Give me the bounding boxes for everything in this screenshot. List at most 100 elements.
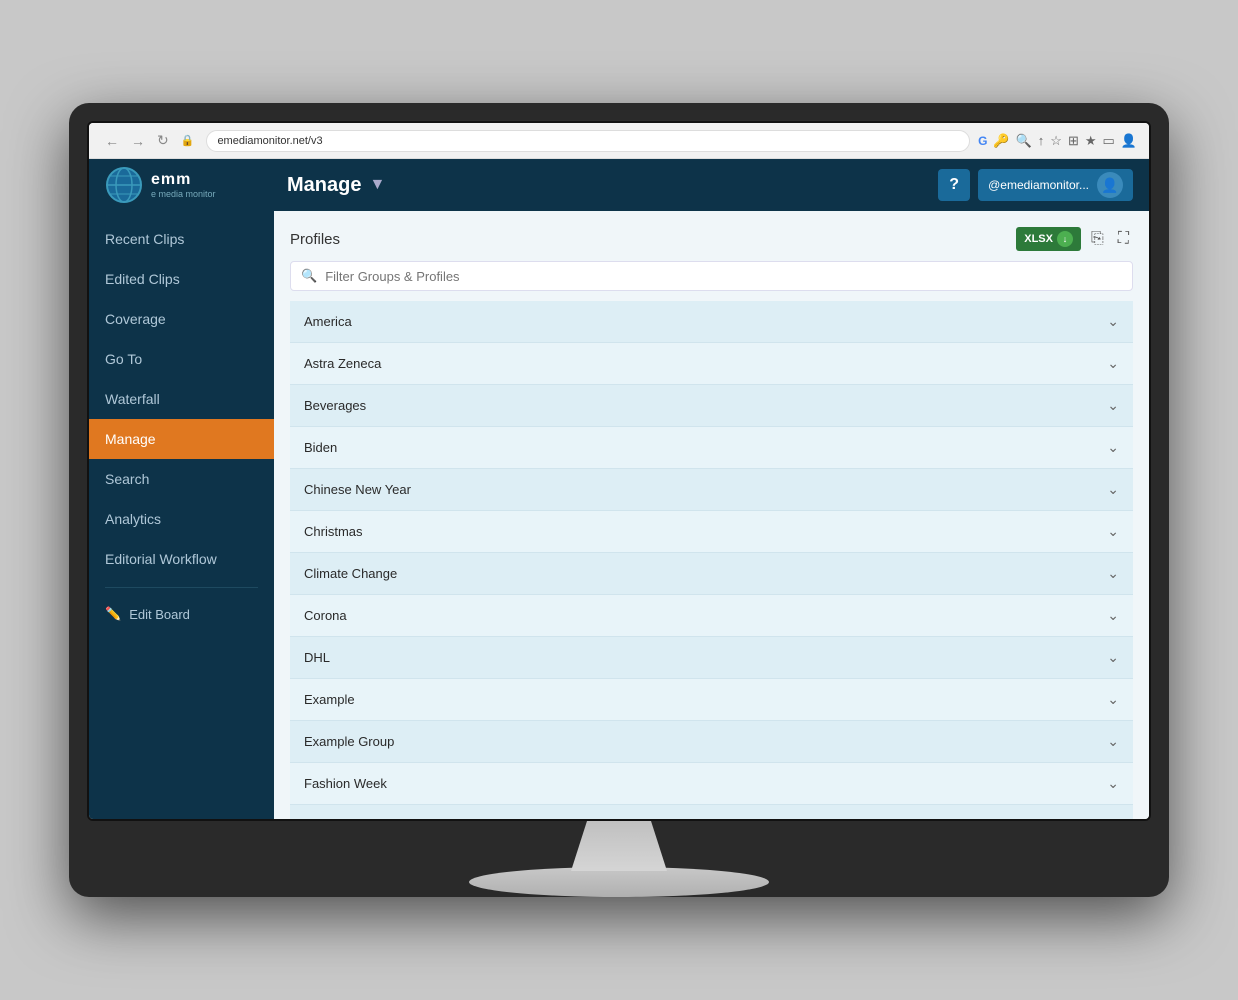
table-row[interactable]: Fast Food Chains ⌄ bbox=[290, 805, 1133, 819]
forward-icon[interactable]: → bbox=[127, 131, 149, 151]
header-right: ? @emediamonitor... 👤 bbox=[938, 169, 1133, 201]
table-row[interactable]: Astra Zeneca ⌄ bbox=[290, 343, 1133, 385]
profile-name: DHL bbox=[304, 650, 330, 665]
table-row[interactable]: Biden ⌄ bbox=[290, 427, 1133, 469]
edit-board-icon: ✏️ bbox=[105, 606, 121, 622]
profile-name: Beverages bbox=[304, 398, 366, 413]
table-row[interactable]: Example Group ⌄ bbox=[290, 721, 1133, 763]
sidebar-item-search[interactable]: Search bbox=[89, 459, 274, 499]
lock-icon: 🔒 bbox=[177, 132, 199, 149]
logo-icon bbox=[105, 166, 143, 204]
table-row[interactable]: Beverages ⌄ bbox=[290, 385, 1133, 427]
profiles-title: Profiles bbox=[290, 231, 340, 248]
profile-list: America ⌄ Astra Zeneca ⌄ Beverages ⌄ B bbox=[290, 301, 1133, 819]
bookmark-icon[interactable]: ★ bbox=[1085, 133, 1097, 149]
back-icon[interactable]: ← bbox=[101, 131, 123, 151]
key-icon: 🔑 bbox=[993, 133, 1009, 149]
chevron-down-icon: ⌄ bbox=[1107, 691, 1119, 708]
sidebar-divider bbox=[105, 587, 258, 588]
browser-toolbar: G 🔑 🔍 ↑ ☆ ⊞ ★ ▭ 👤 bbox=[978, 133, 1137, 149]
chevron-down-icon: ⌄ bbox=[1107, 397, 1119, 414]
sidebar-item-goto[interactable]: Go To bbox=[89, 339, 274, 379]
table-row[interactable]: America ⌄ bbox=[290, 301, 1133, 343]
chevron-down-icon: ⌄ bbox=[1107, 817, 1119, 819]
sidebar-edit-board[interactable]: ✏️ Edit Board bbox=[89, 596, 274, 632]
sidebar-item-editorial-workflow[interactable]: Editorial Workflow bbox=[89, 539, 274, 579]
user-menu-button[interactable]: @emediamonitor... 👤 bbox=[978, 169, 1133, 201]
browser-bar: ← → ↻ 🔒 emediamonitor.net/v3 G 🔑 🔍 ↑ ☆ ⊞… bbox=[89, 123, 1149, 159]
page-title: Manage ▼ bbox=[287, 174, 926, 197]
profile-name: Corona bbox=[304, 608, 347, 623]
filter-bar[interactable]: 🔍 bbox=[290, 261, 1133, 291]
window-icon: ▭ bbox=[1103, 133, 1115, 149]
user-avatar: 👤 bbox=[1097, 172, 1123, 198]
content-area: Profiles XLSX ↓ ⎘ ⛶ bbox=[274, 211, 1149, 819]
chevron-down-icon: ⌄ bbox=[1107, 481, 1119, 498]
xlsx-label: XLSX bbox=[1024, 233, 1053, 245]
profiles-header: Profiles XLSX ↓ ⎘ ⛶ bbox=[290, 227, 1133, 251]
filter-icon: ▼ bbox=[369, 176, 385, 194]
browser-nav[interactable]: ← → ↻ 🔒 bbox=[101, 130, 198, 151]
table-row[interactable]: Corona ⌄ bbox=[290, 595, 1133, 637]
sidebar-item-analytics[interactable]: Analytics bbox=[89, 499, 274, 539]
profile-name: Fast Food Chains bbox=[304, 818, 407, 819]
coverage-label: Coverage bbox=[105, 311, 166, 327]
chevron-down-icon: ⌄ bbox=[1107, 649, 1119, 666]
chevron-down-icon: ⌄ bbox=[1107, 565, 1119, 582]
url-text: emediamonitor.net/v3 bbox=[217, 135, 322, 147]
zoom-icon: 🔍 bbox=[1016, 133, 1032, 149]
xlsx-button[interactable]: XLSX ↓ bbox=[1016, 227, 1081, 251]
goto-label: Go To bbox=[105, 351, 142, 367]
table-row[interactable]: Fashion Week ⌄ bbox=[290, 763, 1133, 805]
google-icon: G bbox=[978, 134, 987, 148]
chevron-down-icon: ⌄ bbox=[1107, 775, 1119, 792]
search-icon: 🔍 bbox=[301, 268, 317, 284]
editorial-workflow-label: Editorial Workflow bbox=[105, 551, 217, 567]
stand-neck bbox=[539, 821, 699, 871]
chevron-down-icon: ⌄ bbox=[1107, 355, 1119, 372]
help-button[interactable]: ? bbox=[938, 169, 970, 201]
refresh-icon[interactable]: ↻ bbox=[153, 130, 173, 151]
profile-name: Chinese New Year bbox=[304, 482, 411, 497]
sidebar-item-recent-clips[interactable]: Recent Clips bbox=[89, 219, 274, 259]
xlsx-badge: ↓ bbox=[1057, 231, 1073, 247]
main-body: Recent Clips Edited Clips Coverage Go To… bbox=[89, 211, 1149, 819]
manage-label: Manage bbox=[105, 431, 156, 447]
edited-clips-label: Edited Clips bbox=[105, 271, 180, 287]
table-row[interactable]: DHL ⌄ bbox=[290, 637, 1133, 679]
filter-input[interactable] bbox=[325, 269, 1122, 284]
table-row[interactable]: Chinese New Year ⌄ bbox=[290, 469, 1133, 511]
profile-name: Climate Change bbox=[304, 566, 397, 581]
profiles-actions: XLSX ↓ ⎘ ⛶ bbox=[1016, 227, 1133, 251]
search-label: Search bbox=[105, 471, 149, 487]
share-icon: ↑ bbox=[1038, 133, 1045, 148]
logo-text: emm bbox=[151, 171, 216, 189]
browser-url-bar[interactable]: emediamonitor.net/v3 bbox=[206, 130, 970, 152]
logo-area: emm e media monitor bbox=[105, 166, 275, 204]
profile-name: Christmas bbox=[304, 524, 363, 539]
edit-board-label: Edit Board bbox=[129, 607, 190, 622]
app-header: emm e media monitor Manage ▼ ? @emediamo… bbox=[89, 159, 1149, 211]
table-row[interactable]: Christmas ⌄ bbox=[290, 511, 1133, 553]
sidebar: Recent Clips Edited Clips Coverage Go To… bbox=[89, 211, 274, 819]
star-icon[interactable]: ☆ bbox=[1050, 133, 1062, 149]
analytics-label: Analytics bbox=[105, 511, 161, 527]
profile-name: America bbox=[304, 314, 352, 329]
app-container: emm e media monitor Manage ▼ ? @emediamo… bbox=[89, 159, 1149, 819]
expand-button[interactable]: ⛶ bbox=[1114, 228, 1133, 250]
table-row[interactable]: Example ⌄ bbox=[290, 679, 1133, 721]
chevron-down-icon: ⌄ bbox=[1107, 607, 1119, 624]
chevron-down-icon: ⌄ bbox=[1107, 733, 1119, 750]
sidebar-item-manage[interactable]: Manage bbox=[89, 419, 274, 459]
chevron-down-icon: ⌄ bbox=[1107, 313, 1119, 330]
monitor-stand bbox=[87, 821, 1151, 897]
recent-clips-label: Recent Clips bbox=[105, 231, 184, 247]
sidebar-item-waterfall[interactable]: Waterfall bbox=[89, 379, 274, 419]
logo-subtitle: e media monitor bbox=[151, 189, 216, 199]
user-label: @emediamonitor... bbox=[988, 178, 1089, 192]
sidebar-item-edited-clips[interactable]: Edited Clips bbox=[89, 259, 274, 299]
waterfall-label: Waterfall bbox=[105, 391, 160, 407]
table-row[interactable]: Climate Change ⌄ bbox=[290, 553, 1133, 595]
copy-button[interactable]: ⎘ bbox=[1087, 228, 1108, 250]
sidebar-item-coverage[interactable]: Coverage bbox=[89, 299, 274, 339]
